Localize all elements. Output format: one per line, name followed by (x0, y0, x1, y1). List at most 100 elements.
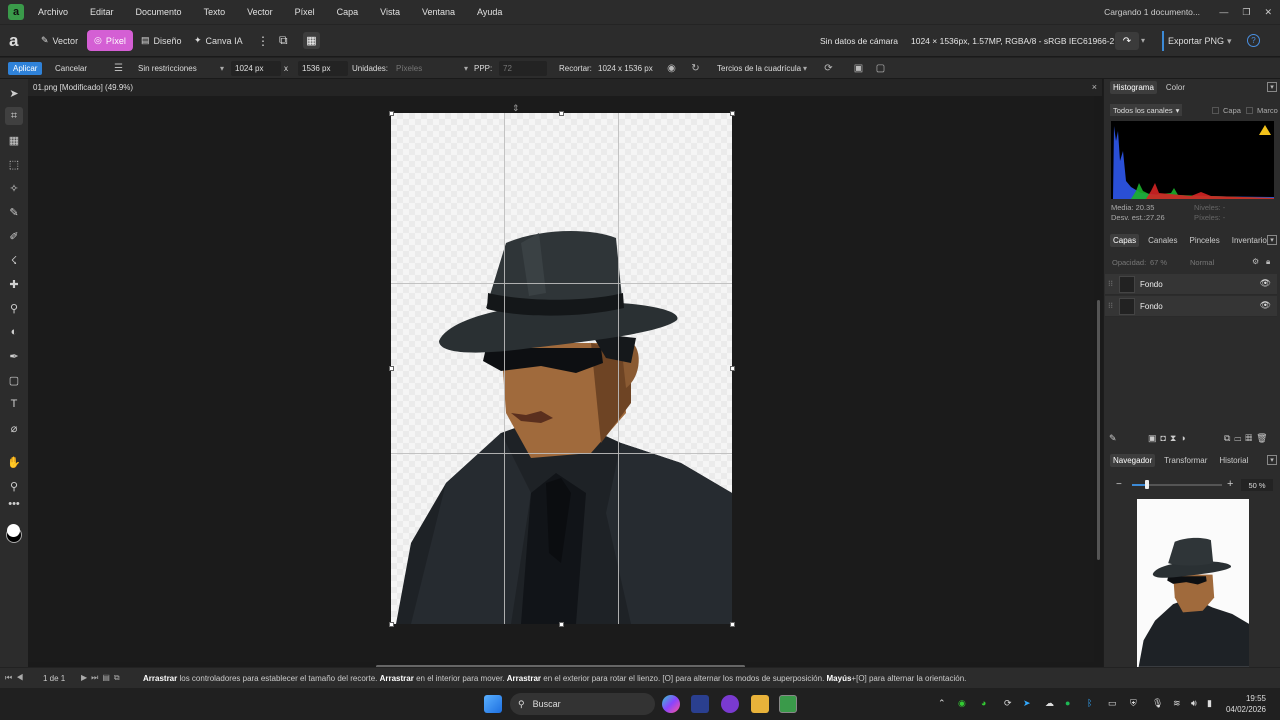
paint-brush-icon[interactable]: ✎ (5, 203, 23, 221)
overlay-select[interactable]: Tercios de la cuadrícula (713, 61, 810, 76)
layer-action-icons[interactable]: ▣◘⧗◑ (1148, 433, 1190, 444)
text-tool-icon[interactable]: T (5, 395, 23, 413)
pen-mode-icon[interactable]: ↷ (1115, 32, 1139, 50)
app-taskbar-icon[interactable] (691, 695, 709, 713)
crop-handle-tl[interactable] (389, 111, 394, 116)
visibility-eye-icon[interactable]: 👁︎ (1260, 300, 1271, 311)
clone-tool-icon[interactable]: ⚲ (5, 299, 23, 317)
crop-handle-left[interactable] (389, 366, 394, 371)
visibility-eye-icon[interactable]: 👁︎ (1260, 278, 1271, 289)
blend-mode-select[interactable]: Normal (1190, 258, 1214, 267)
zoom-in-icon[interactable]: + (1227, 478, 1233, 490)
dodge-tool-icon[interactable]: ◐ (5, 323, 23, 341)
menu-texto[interactable]: Texto (204, 7, 226, 17)
tab-color[interactable]: Color (1163, 81, 1188, 94)
zoom-field[interactable]: 50 % (1241, 479, 1273, 491)
persona-pixel[interactable]: ◎ Píxel (87, 30, 133, 51)
zoom-out-icon[interactable]: − (1116, 479, 1122, 490)
tray-cloud-icon[interactable]: ☁ (1045, 698, 1054, 709)
obsidian-icon[interactable] (721, 695, 739, 713)
reset-icon[interactable]: ⟳ (822, 62, 835, 75)
healing-tool-icon[interactable]: ✚ (5, 275, 23, 293)
drag-handle-icon[interactable]: ⁝⁝ (1108, 279, 1113, 288)
pixel-brush-icon[interactable]: ✐ (5, 227, 23, 245)
copilot-icon[interactable] (662, 695, 680, 713)
more-tools-icon[interactable]: ••• (5, 495, 23, 513)
crop-frame-icon[interactable]: ▣ (852, 62, 865, 75)
tab-inventario[interactable]: Inventario (1229, 234, 1270, 247)
crop-handle-top[interactable] (559, 111, 564, 116)
opacity-value[interactable]: 67 % (1150, 258, 1167, 267)
tab-capas[interactable]: Capas (1110, 233, 1140, 247)
color-picker-icon[interactable]: ⌀ (5, 419, 23, 437)
menu-archivo[interactable]: Archivo (38, 7, 68, 17)
tray-sync-icon[interactable]: ⟳ (1004, 698, 1012, 709)
lock-icon[interactable]: 🔒︎ (1266, 257, 1270, 267)
crop-handle-bottom[interactable] (559, 622, 564, 627)
cancel-button[interactable]: Cancelar (55, 64, 87, 73)
tray-window-icon[interactable]: ▭ (1108, 698, 1117, 709)
affinity-taskbar-icon[interactable] (779, 695, 797, 713)
grid-apps-icon[interactable]: ▦ (303, 32, 320, 49)
close-document-icon[interactable]: × (1092, 82, 1097, 92)
page-first-prev-icons[interactable]: ⏮◀ (5, 673, 27, 683)
file-explorer-icon[interactable] (751, 695, 769, 713)
persona-diseno[interactable]: ▤ Diseño (134, 30, 189, 51)
spotify-icon[interactable]: ● (1065, 698, 1070, 708)
selection-brush-icon[interactable]: ✧ (5, 179, 23, 197)
tab-transformar[interactable]: Transformar (1161, 454, 1210, 467)
menu-editar[interactable]: Editar (90, 7, 114, 17)
crop-handle-right[interactable] (730, 366, 735, 371)
menu-ventana[interactable]: Ventana (422, 7, 455, 17)
menu-documento[interactable]: Documento (136, 7, 182, 17)
taskbar-clock[interactable]: 19:55 04/02/2026 (1226, 693, 1266, 715)
zoom-slider-thumb[interactable] (1145, 480, 1149, 489)
tab-historial[interactable]: Historial (1216, 454, 1251, 467)
crop-tool-icon[interactable]: ⌗ (5, 107, 23, 125)
hand-tool-icon[interactable]: ✋ (5, 453, 23, 471)
tray-shield-icon[interactable]: ⛨ (1130, 698, 1137, 709)
minimize-icon[interactable]: — (1219, 7, 1228, 18)
navigator-preview[interactable] (1137, 499, 1249, 667)
units-select[interactable]: Píxeles (392, 61, 471, 76)
menu-vector[interactable]: Vector (247, 7, 273, 17)
zoom-tool-icon[interactable]: ⚲ (5, 477, 23, 495)
crop-handle-tr[interactable] (730, 111, 735, 116)
persona-canva-ia[interactable]: ✦ Canva IA (187, 30, 250, 51)
help-icon[interactable]: ? (1247, 34, 1260, 47)
secondary-color-swatch[interactable] (7, 524, 20, 537)
tray-edge-icon[interactable]: ◕ (981, 698, 986, 708)
crop-height-field[interactable]: 1536 px (298, 61, 348, 76)
rectangle-tool-icon[interactable]: ▢ (5, 371, 23, 389)
tab-pinceles[interactable]: Pinceles (1186, 234, 1222, 247)
edit-layer-icon[interactable]: ✎ (1109, 433, 1117, 444)
layer-settings-icon[interactable]: ⚙ (1252, 257, 1259, 266)
straighten-icon[interactable]: ◉ (665, 62, 678, 75)
capa-checkbox[interactable] (1212, 107, 1219, 114)
panel-menu-icon[interactable]: ▾ (1267, 82, 1277, 92)
windows-start-icon[interactable] (484, 695, 502, 713)
layer-row[interactable]: ⁝⁝ Fondo 👁︎ (1105, 274, 1277, 295)
apply-button[interactable]: Aplicar (8, 62, 43, 75)
taskbar-search[interactable]: ⚲ Buscar (510, 693, 655, 715)
constraint-select[interactable]: Sin restricciones (134, 61, 227, 76)
microphone-icon[interactable]: 🎙︎ (1152, 698, 1163, 709)
tab-canales[interactable]: Canales (1145, 234, 1180, 247)
menu-vista[interactable]: Vista (380, 7, 400, 17)
vertical-scrollbar[interactable] (1097, 300, 1100, 560)
drag-handle-icon[interactable]: ⁝⁝ (1108, 301, 1113, 310)
crop-frame-alt-icon[interactable]: ▢ (874, 62, 887, 75)
settings-sliders-icon[interactable]: ☰ (112, 62, 125, 75)
battery-icon[interactable]: ▮ (1207, 698, 1212, 709)
crop-width-field[interactable]: 1024 px (231, 61, 281, 76)
assistant-icon[interactable]: ⧉ (279, 33, 288, 48)
persona-vector[interactable]: ✎ Vector (34, 30, 85, 51)
tray-app-icon[interactable]: ◉ (958, 698, 966, 709)
move-tool-icon[interactable]: ➤ (5, 84, 23, 102)
crop-handle-bl[interactable] (389, 622, 394, 627)
bluetooth-icon[interactable]: ᛒ (1087, 698, 1092, 708)
layer-manage-icons[interactable]: ⧉▭▦🗑︎ (1224, 433, 1272, 444)
document-tab[interactable]: 01.png [Modificado] (49.9%) × (28, 79, 1102, 96)
restore-icon[interactable]: ❐ (1242, 7, 1250, 18)
layers-menu-icon[interactable]: ▾ (1267, 235, 1277, 245)
